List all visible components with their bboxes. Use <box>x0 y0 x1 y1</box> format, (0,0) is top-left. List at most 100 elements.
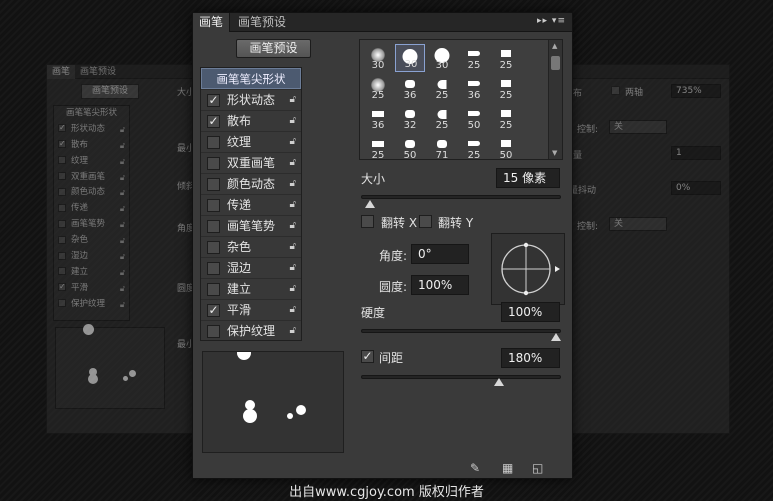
hardness-input[interactable]: 100% <box>501 302 560 322</box>
brush-tip-cell[interactable]: 50 <box>459 104 489 132</box>
brush-tip-cell[interactable]: 25 <box>459 44 489 72</box>
brush-option-checkbox[interactable] <box>207 178 220 191</box>
brush-option-checkbox[interactable]: ✓ <box>207 94 220 107</box>
hardness-slider-handle[interactable] <box>551 333 561 341</box>
brush-tip-cell[interactable]: 36 <box>363 104 393 132</box>
brush-tip-cell[interactable]: 25 <box>491 104 521 132</box>
ghost-option-label: 纹理 <box>71 155 89 166</box>
spacing-input[interactable]: 180% <box>501 348 560 368</box>
angle-roundness-widget[interactable] <box>491 233 565 305</box>
roundness-input[interactable]: 100% <box>411 275 469 295</box>
brush-option-label: 双重画笔 <box>227 156 276 170</box>
brush-option-row[interactable]: 双重画笔 🔓︎ <box>201 152 301 173</box>
ghost-option-label: 杂色 <box>71 235 89 246</box>
brush-grid-scrollbar[interactable]: ▲ ▼ <box>548 40 562 159</box>
ghost-option-row: 保护纹理 🔓︎ <box>54 297 129 313</box>
brush-tip-cell[interactable]: 25 <box>427 104 457 132</box>
spacing-slider-handle[interactable] <box>494 378 504 386</box>
brush-tip-cell[interactable]: 25 <box>363 74 393 102</box>
panel-menu-icon[interactable]: ▸▸ ▾≡ <box>537 16 566 26</box>
ghost-option-checkbox: ✓ <box>58 139 66 149</box>
brush-tip-cell[interactable]: 71 <box>427 134 457 159</box>
lock-icon[interactable]: 🔓︎ <box>290 111 296 131</box>
brush-tip-cell[interactable]: 32 <box>395 104 425 132</box>
brush-option-checkbox[interactable] <box>207 136 220 149</box>
flip-y-checkbox[interactable] <box>419 215 432 228</box>
brush-option-row[interactable]: ✓ 平滑 🔓︎ <box>201 299 301 320</box>
brush-option-row[interactable]: 画笔笔势 🔓︎ <box>201 215 301 236</box>
brush-option-row[interactable]: 建立 🔓︎ <box>201 278 301 299</box>
brush-option-checkbox[interactable] <box>207 283 220 296</box>
scroll-thumb[interactable] <box>551 56 560 70</box>
lock-icon[interactable]: 🔓︎ <box>290 321 296 341</box>
ghost-option-row: 传递 🔓︎ <box>54 201 129 217</box>
flip-x-checkbox[interactable] <box>361 215 374 228</box>
brush-toggle-icon[interactable]: ✎ <box>470 461 480 475</box>
brush-tip-cell[interactable]: 50 <box>491 134 521 159</box>
lock-icon[interactable]: 🔓︎ <box>290 237 296 257</box>
brush-tip-cell[interactable]: 30 <box>427 44 457 72</box>
angle-input[interactable]: 0° <box>411 244 469 264</box>
brush-option-checkbox[interactable]: ✓ <box>207 304 220 317</box>
brush-tip-cell[interactable]: 25 <box>363 134 393 159</box>
grid-icon[interactable]: ▦ <box>502 461 513 475</box>
brush-option-row[interactable]: 颜色动态 🔓︎ <box>201 173 301 194</box>
brush-tip-cell[interactable]: 30 <box>395 44 425 72</box>
size-slider[interactable] <box>361 195 561 199</box>
brush-tip-size: 50 <box>467 120 481 131</box>
brush-option-label: 画笔笔势 <box>227 219 276 233</box>
spacing-checkbox[interactable]: ✓ <box>361 350 374 363</box>
brush-presets-button[interactable]: 画笔预设 <box>236 39 311 58</box>
angle-crosshair-icon[interactable] <box>492 234 564 304</box>
brush-tip-cell[interactable]: 25 <box>459 134 489 159</box>
brush-option-checkbox[interactable] <box>207 220 220 233</box>
size-input[interactable]: 15 像素 <box>496 168 560 188</box>
size-slider-handle[interactable] <box>364 200 375 208</box>
lock-icon[interactable]: 🔓︎ <box>290 195 296 215</box>
lock-icon[interactable]: 🔓︎ <box>290 174 296 194</box>
brush-tip-cell[interactable]: 25 <box>491 44 521 72</box>
ghost-left-list-header-label: 画笔笔尖形状 <box>65 108 117 118</box>
brush-option-checkbox[interactable] <box>207 157 220 170</box>
brush-tip-cell[interactable]: 25 <box>427 74 457 102</box>
lock-icon[interactable]: 🔓︎ <box>290 279 296 299</box>
brush-option-row[interactable]: 纹理 🔓︎ <box>201 131 301 152</box>
brush-tip-shape-item[interactable]: 画笔笔尖形状 <box>201 68 301 89</box>
lock-icon[interactable]: 🔓︎ <box>290 300 296 320</box>
lock-icon[interactable]: 🔓︎ <box>290 216 296 236</box>
brush-option-row[interactable]: 传递 🔓︎ <box>201 194 301 215</box>
brush-option-checkbox[interactable] <box>207 325 220 338</box>
lock-icon[interactable]: 🔓︎ <box>290 90 296 110</box>
brush-tip-cell[interactable]: 30 <box>363 44 393 72</box>
brush-option-checkbox[interactable] <box>207 241 220 254</box>
brush-option-row[interactable]: ✓ 散布 🔓︎ <box>201 110 301 131</box>
lock-icon[interactable]: 🔓︎ <box>290 153 296 173</box>
hardness-slider[interactable] <box>361 329 561 333</box>
brush-tip-icon <box>468 111 480 116</box>
brush-tip-grid: 30 30 30 25 25 25 36 25 36 25 36 32 25 50 25 25 50 71 25 50… <box>359 39 563 160</box>
lock-icon[interactable]: 🔓︎ <box>290 132 296 152</box>
brush-option-row[interactable]: 湿边 🔓︎ <box>201 257 301 278</box>
brush-option-row[interactable]: ✓ 形状动态 🔓︎ <box>201 89 301 110</box>
tab-brush[interactable]: 画笔 <box>193 13 231 32</box>
brush-tip-cell[interactable]: 50 <box>395 134 425 159</box>
scroll-down-icon[interactable]: ▼ <box>552 149 557 157</box>
lock-icon[interactable]: 🔓︎ <box>290 258 296 278</box>
scroll-up-icon[interactable]: ▲ <box>552 42 557 50</box>
brush-tip-size: 30 <box>404 59 418 70</box>
tab-brush-presets[interactable]: 画笔预设 <box>232 13 292 32</box>
brush-tip-cell[interactable]: 36 <box>459 74 489 102</box>
brush-option-row[interactable]: 保护纹理 🔓︎ <box>201 320 301 341</box>
ghost-left-tab-presets: 画笔预设 <box>80 67 117 77</box>
brush-option-checkbox[interactable] <box>207 199 220 212</box>
new-brush-icon[interactable]: ◱ <box>532 461 543 475</box>
brush-option-checkbox[interactable] <box>207 262 220 275</box>
brush-option-row[interactable]: 杂色 🔓︎ <box>201 236 301 257</box>
spacing-slider[interactable] <box>361 375 561 379</box>
brush-tip-cell[interactable]: 36 <box>395 74 425 102</box>
ghost-preview-dot <box>129 370 136 377</box>
ghost-option-checkbox <box>58 267 66 276</box>
brush-option-checkbox[interactable]: ✓ <box>207 115 220 128</box>
brush-tip-cell[interactable]: 25 <box>491 74 521 102</box>
ghost-right-both-axes: 两轴 <box>625 88 644 98</box>
